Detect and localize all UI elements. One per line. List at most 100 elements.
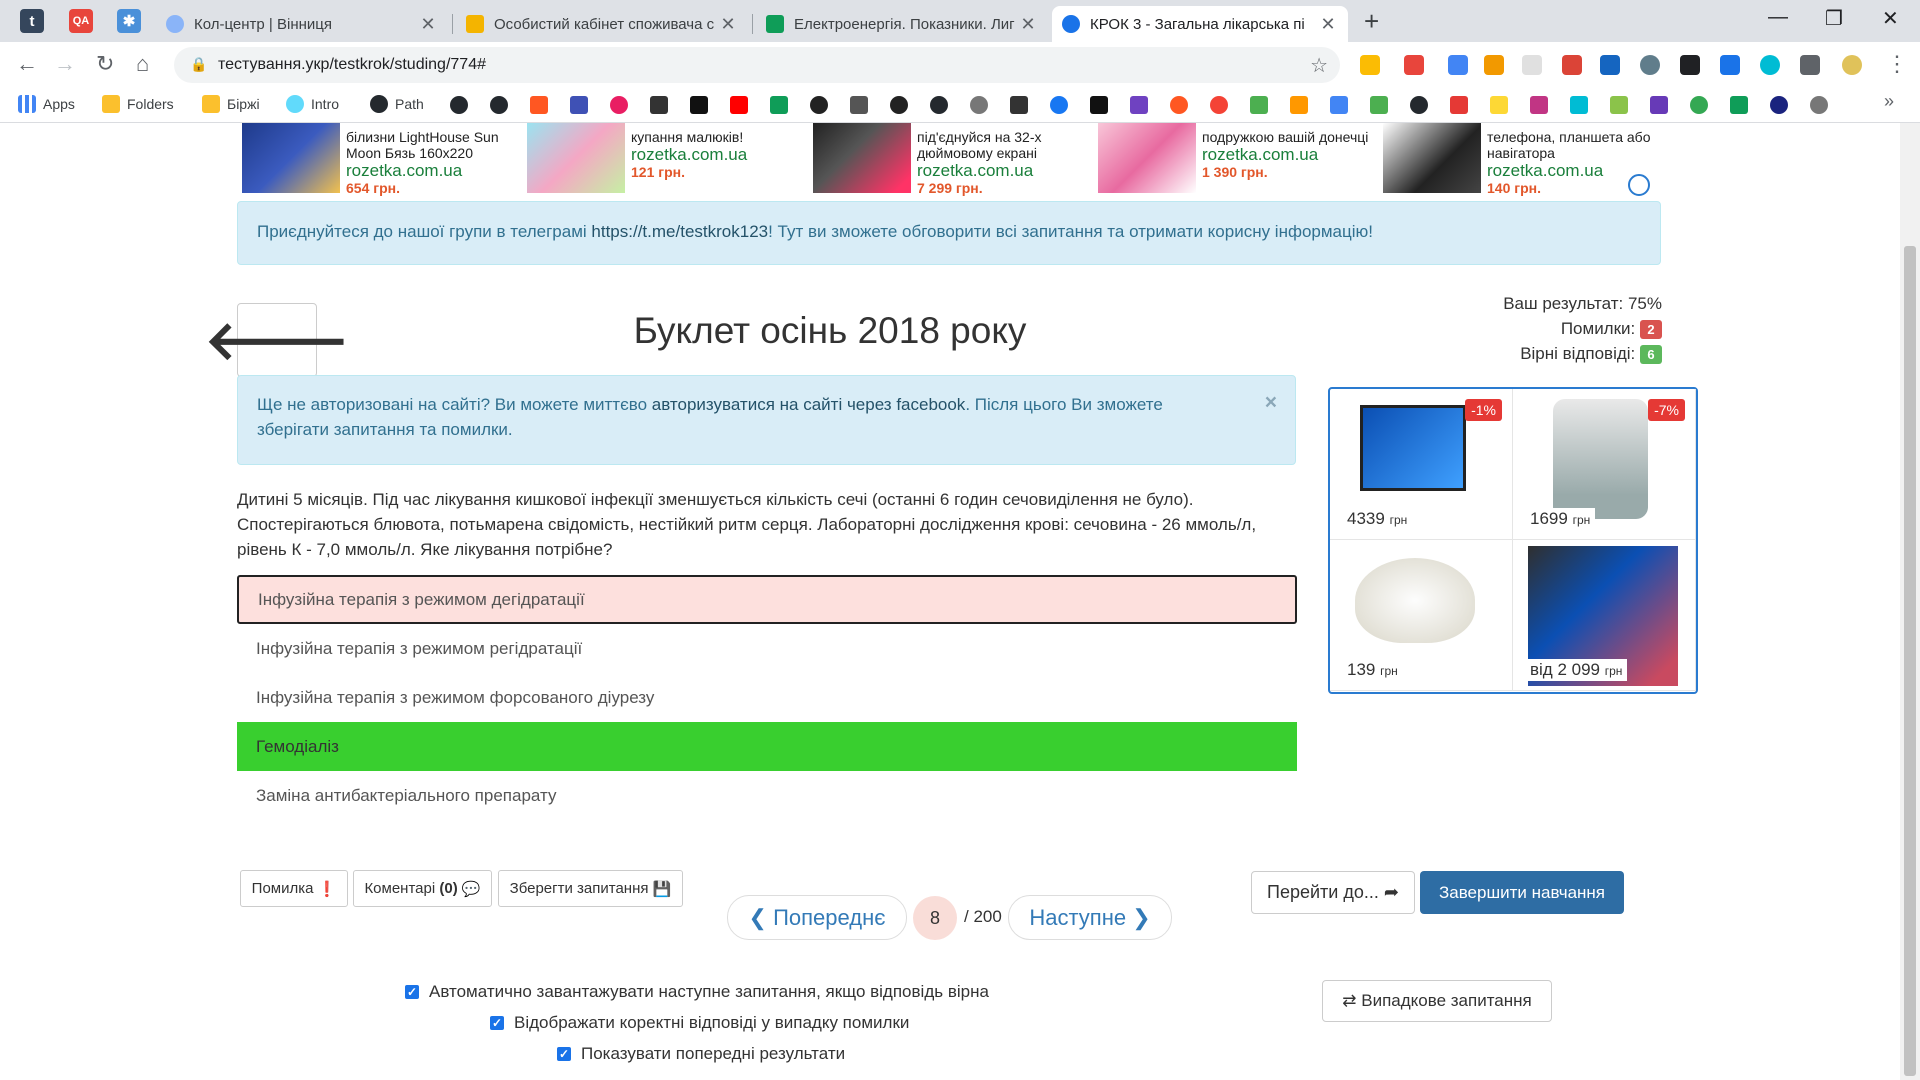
- github-icon[interactable]: [450, 96, 468, 114]
- checkbox-checked-icon[interactable]: ✓: [405, 985, 419, 999]
- extension-icon[interactable]: [1484, 55, 1504, 75]
- comments-button[interactable]: Коментарі (0) 💬: [353, 870, 492, 907]
- avatar[interactable]: [1842, 55, 1862, 75]
- bookmark-icon[interactable]: [1610, 96, 1628, 114]
- scrollbar-thumb[interactable]: [1904, 246, 1916, 1076]
- pinned-tab-qa-icon[interactable]: QA: [69, 9, 93, 33]
- extension-icon[interactable]: [1760, 55, 1780, 75]
- report-error-button[interactable]: Помилка ❗: [240, 870, 348, 907]
- promo-product[interactable]: -7% 1699 грн: [1513, 389, 1696, 540]
- menu-icon[interactable]: ⋮: [1886, 51, 1908, 77]
- answer-option[interactable]: Інфузійна терапія з режимом дегідратації: [237, 575, 1297, 624]
- instagram-icon[interactable]: [1530, 96, 1548, 114]
- current-question-number[interactable]: 8: [913, 896, 957, 940]
- bookmark-icon[interactable]: [850, 96, 868, 114]
- bookmark-icon[interactable]: [1090, 96, 1108, 114]
- telegram-link[interactable]: https://t.me/testkrok123: [591, 222, 768, 241]
- maximize-icon[interactable]: ❐: [1825, 6, 1843, 31]
- translate-icon[interactable]: [1330, 96, 1348, 114]
- bookmark-icon[interactable]: [610, 96, 628, 114]
- extension-icon[interactable]: [1680, 55, 1700, 75]
- youtube-icon[interactable]: [730, 96, 748, 114]
- github-icon[interactable]: [930, 96, 948, 114]
- answer-option[interactable]: Заміна антибактеріального препарату: [237, 771, 1297, 820]
- bookmark-icon[interactable]: [1250, 96, 1268, 114]
- forward-icon[interactable]: →: [54, 51, 76, 77]
- puzzle-icon[interactable]: [1800, 55, 1820, 75]
- extension-icon[interactable]: [1404, 55, 1424, 75]
- bookmark-icon[interactable]: [1170, 96, 1188, 114]
- ad-item[interactable]: купання малюків! rozetka.com.ua 121 грн.: [527, 123, 812, 198]
- option-show-correct[interactable]: ✓ Відображати коректні відповіді у випад…: [490, 1013, 909, 1033]
- bookmark-apps[interactable]: Apps: [18, 95, 75, 113]
- reload-icon[interactable]: ↻: [96, 51, 114, 77]
- promo-product[interactable]: -1% 4339 грн: [1330, 389, 1513, 540]
- tab-consumer-cabinet[interactable]: Особистий кабінет споживача с ✕: [456, 6, 748, 42]
- finish-training-button[interactable]: Завершити навчання: [1420, 871, 1624, 914]
- ad-item[interactable]: подружкою вашій донечці rozetka.com.ua 1…: [1098, 123, 1383, 198]
- address-bar[interactable]: 🔒 тестування.укр/testkrok/studing/774# ☆: [174, 47, 1340, 83]
- back-button[interactable]: 🡐: [205, 303, 349, 377]
- prev-question-button[interactable]: ❮ Попереднє: [727, 895, 907, 940]
- close-tab-icon[interactable]: ✕: [1318, 14, 1338, 35]
- promo-product[interactable]: 139 грн: [1330, 540, 1513, 691]
- pinned-tab-app-icon[interactable]: ✱: [117, 9, 141, 33]
- pinned-tab-tumblr-icon[interactable]: t: [20, 9, 44, 33]
- extension-icon[interactable]: [1562, 55, 1582, 75]
- translate-icon[interactable]: [1448, 55, 1468, 75]
- bookmark-icon[interactable]: [1010, 96, 1028, 114]
- home-icon[interactable]: ⌂: [136, 51, 149, 77]
- save-question-button[interactable]: Зберегти запитання 💾: [498, 870, 683, 907]
- bookmark-icon[interactable]: [770, 96, 788, 114]
- bookmark-icon[interactable]: [1650, 96, 1668, 114]
- tab-krok3[interactable]: КРОК 3 - Загальна лікарська пі ✕: [1052, 6, 1348, 42]
- promo-product[interactable]: від 2 099 грн: [1513, 540, 1696, 691]
- next-question-button[interactable]: Наступне ❯: [1008, 895, 1172, 940]
- close-tab-icon[interactable]: ✕: [1018, 14, 1038, 35]
- close-tab-icon[interactable]: ✕: [718, 14, 738, 35]
- bookmark-icon[interactable]: [1210, 96, 1228, 114]
- bookmark-icon[interactable]: [890, 96, 908, 114]
- bookmark-icon[interactable]: [1770, 96, 1788, 114]
- back-icon[interactable]: ←: [16, 51, 38, 77]
- facebook-login-link[interactable]: авторизуватися на сайті через facebook: [652, 395, 966, 414]
- answer-option[interactable]: Інфузійна терапія з режимом форсованого …: [237, 673, 1297, 722]
- url-text[interactable]: тестування.укр/testkrok/studing/774#: [218, 56, 486, 74]
- extension-icon[interactable]: [1522, 55, 1542, 75]
- ad-item[interactable]: під'єднуйся на 32-х дюймовому екрані roz…: [813, 123, 1098, 198]
- github-icon[interactable]: [1410, 96, 1428, 114]
- checkbox-checked-icon[interactable]: ✓: [490, 1016, 504, 1030]
- bookmark-birzhi[interactable]: Біржі: [202, 95, 260, 113]
- extension-icon[interactable]: [1600, 55, 1620, 75]
- github-icon[interactable]: [490, 96, 508, 114]
- close-alert-icon[interactable]: ×: [1265, 390, 1277, 415]
- maps-icon[interactable]: [1690, 96, 1708, 114]
- answer-option[interactable]: Гемодіаліз: [237, 722, 1297, 771]
- answer-option[interactable]: Інфузійна терапія з режимом регідратації: [237, 624, 1297, 673]
- bookmark-icon[interactable]: [1490, 96, 1508, 114]
- close-tab-icon[interactable]: ✕: [418, 14, 438, 35]
- extension-icon[interactable]: [1640, 55, 1660, 75]
- extension-icon[interactable]: [1360, 55, 1380, 75]
- bookmark-icon[interactable]: [650, 96, 668, 114]
- bookmark-icon[interactable]: [1570, 96, 1588, 114]
- bookmark-icon[interactable]: [810, 96, 828, 114]
- bookmark-icon[interactable]: [1130, 96, 1148, 114]
- bookmark-path[interactable]: Path: [370, 95, 424, 113]
- extension-icon[interactable]: [1720, 55, 1740, 75]
- goto-question-button[interactable]: Перейти до... ➦: [1251, 871, 1415, 914]
- minimize-icon[interactable]: —: [1768, 6, 1788, 29]
- more-bookmarks-icon[interactable]: »: [1884, 91, 1894, 112]
- ad-choices-icon[interactable]: [1628, 174, 1650, 196]
- bookmark-icon[interactable]: [570, 96, 588, 114]
- bookmark-folders[interactable]: Folders: [102, 95, 174, 113]
- tab-call-center[interactable]: Кол-центр | Вінниця ✕: [156, 6, 448, 42]
- bookmark-star-icon[interactable]: ☆: [1310, 53, 1328, 78]
- globe-icon[interactable]: [1810, 96, 1828, 114]
- option-show-previous[interactable]: ✓ Показувати попередні результати: [557, 1044, 845, 1064]
- random-question-button[interactable]: ⇄ Випадкове запитання: [1322, 980, 1552, 1022]
- bookmark-icon[interactable]: [530, 96, 548, 114]
- sheets-icon[interactable]: [1730, 96, 1748, 114]
- bookmark-icon[interactable]: [1290, 96, 1308, 114]
- bookmark-icon[interactable]: [1370, 96, 1388, 114]
